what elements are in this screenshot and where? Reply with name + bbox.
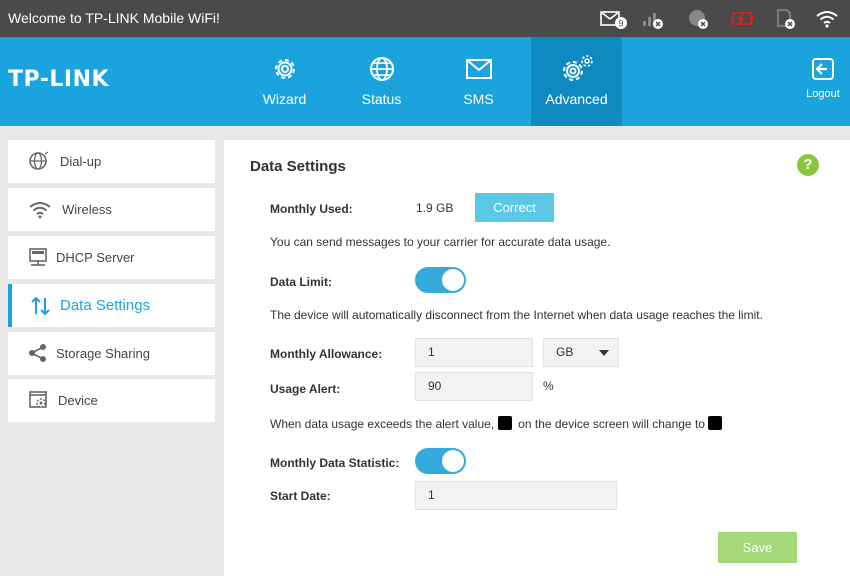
data-limit-toggle[interactable] <box>415 267 466 293</box>
envelope-icon <box>465 59 492 79</box>
signal-icon <box>641 7 665 31</box>
alert-note: When data usage exceeds the alert value,… <box>270 416 723 431</box>
percent-sign: % <box>543 379 554 393</box>
usage-alert-input[interactable]: 90 <box>415 372 533 401</box>
alert-note-part-a: When data usage exceeds the alert value, <box>270 417 495 431</box>
toggle-knob <box>442 450 464 472</box>
nav-label: SMS <box>463 91 494 107</box>
nav-status[interactable]: Status <box>336 37 427 126</box>
nav-label: Wizard <box>262 91 307 107</box>
welcome-title: Welcome to TP-LINK Mobile WiFi! <box>8 10 220 26</box>
toggle-knob <box>442 269 464 291</box>
sidebar-item-label: Wireless <box>62 202 112 217</box>
sidebar-item-device[interactable]: Device <box>8 379 215 422</box>
correct-button[interactable]: Correct <box>475 193 554 222</box>
battery-icon <box>731 7 755 31</box>
sidebar-item-data-settings[interactable]: Data Settings <box>8 284 215 327</box>
monthly-used-value: 1.9 GB <box>416 201 454 215</box>
svg-text:9: 9 <box>618 19 623 29</box>
internet-icon <box>687 7 711 31</box>
wifi-icon <box>815 7 839 31</box>
sidebar-item-label: Data Settings <box>60 297 151 314</box>
unit-select[interactable]: GB <box>543 338 619 367</box>
monthly-used-label: Monthly Used: <box>270 202 353 216</box>
save-button[interactable]: Save <box>718 532 797 563</box>
data-limit-label: Data Limit: <box>270 275 333 289</box>
gear-icon <box>274 59 295 79</box>
unit-select-value: GB <box>556 345 574 359</box>
data-arrows-icon <box>30 295 52 322</box>
nav-advanced[interactable]: Advanced <box>531 37 622 126</box>
monthly-statistic-label: Monthly Data Statistic: <box>270 456 400 470</box>
sidebar-item-label: DHCP Server <box>56 250 135 265</box>
screen-usage-icon <box>497 416 512 430</box>
sim-icon <box>774 7 798 31</box>
logout-button[interactable]: Logout <box>800 57 846 100</box>
monthly-allowance-label: Monthly Allowance: <box>270 347 383 361</box>
logout-label: Logout <box>806 88 840 100</box>
disconnect-note: The device will automatically disconnect… <box>270 308 763 322</box>
status-bar: Welcome to TP-LINK Mobile WiFi! 9 <box>0 0 850 37</box>
nav-sms[interactable]: SMS <box>433 37 524 126</box>
device-settings-icon <box>28 390 50 415</box>
globe-icon <box>28 151 50 176</box>
sidebar-item-label: Dial-up <box>60 154 102 169</box>
monthly-allowance-input[interactable]: 1 <box>415 338 533 367</box>
usage-alert-label: Usage Alert: <box>270 382 341 396</box>
sms-icon[interactable]: 9 <box>600 7 628 31</box>
gears-icon <box>562 55 593 81</box>
monthly-statistic-toggle[interactable] <box>415 448 466 474</box>
share-icon <box>28 343 48 368</box>
nav-label: Status <box>361 91 402 107</box>
page-title: Data Settings <box>250 158 346 175</box>
wifi-icon <box>28 199 52 224</box>
logout-icon <box>812 58 834 80</box>
nav-wizard[interactable]: Wizard <box>239 37 330 126</box>
carrier-note: You can send messages to your carrier fo… <box>270 235 611 249</box>
tp-link-logo: TP-LINK <box>8 67 110 92</box>
alert-note-part-b: on the device screen will change to <box>518 417 705 431</box>
sidebar-item-dhcp-server[interactable]: DHCP Server <box>8 236 215 279</box>
sidebar-item-wireless[interactable]: Wireless <box>8 188 215 231</box>
start-date-label: Start Date: <box>270 489 331 503</box>
sidebar-item-dial-up[interactable]: Dial-up <box>8 140 215 183</box>
chevron-down-icon <box>599 350 609 356</box>
globe-icon <box>369 57 394 81</box>
sidebar-item-storage-sharing[interactable]: Storage Sharing <box>8 332 215 375</box>
sidebar-item-label: Storage Sharing <box>56 346 150 361</box>
screen-alert-icon <box>708 416 723 430</box>
server-icon <box>28 247 50 272</box>
start-date-input[interactable]: 1 <box>415 481 617 510</box>
nav-label: Advanced <box>545 91 608 107</box>
help-icon[interactable]: ? <box>797 154 819 176</box>
sidebar-item-label: Device <box>58 393 98 408</box>
